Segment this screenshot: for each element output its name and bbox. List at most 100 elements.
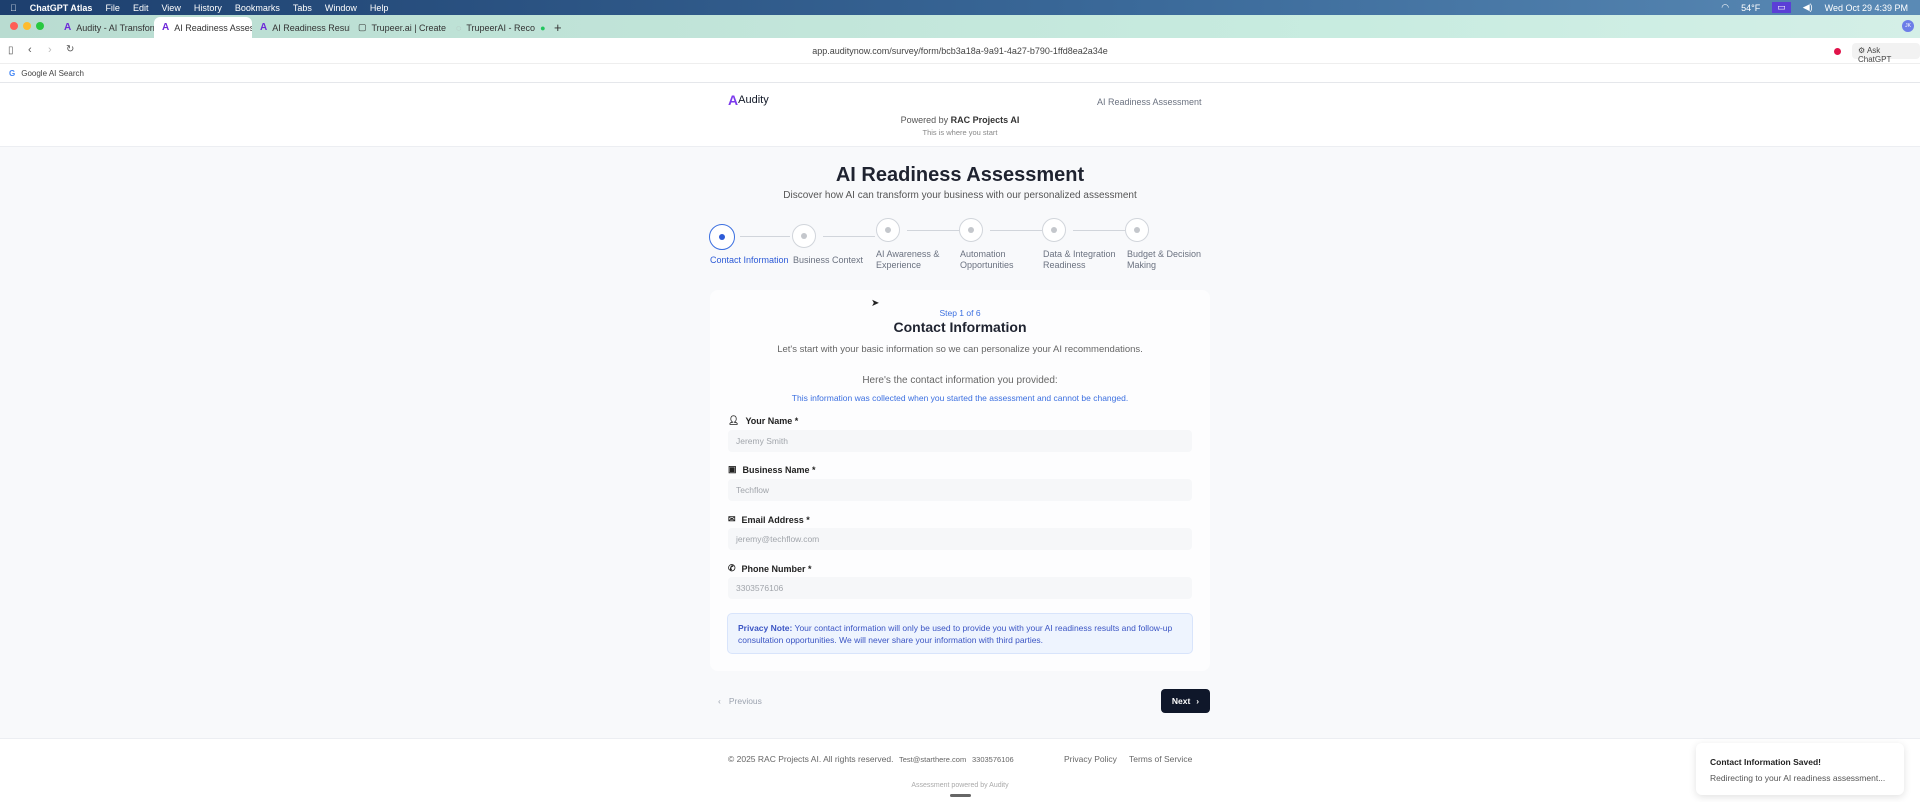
step-label-line: Business Context bbox=[793, 255, 864, 265]
field-label-text: Business Name * bbox=[742, 464, 816, 475]
name-label: 👤︎ Your Name * bbox=[728, 415, 798, 426]
page-icon: ◌ bbox=[456, 22, 462, 33]
ask-chatgpt-label: Ask ChatGPT bbox=[1858, 46, 1892, 64]
header-assessment-label: AI Readiness Assessment bbox=[1097, 97, 1202, 107]
tab-trupeer-record[interactable]: ◌ TrupeerAI - Reco ● bbox=[448, 17, 546, 38]
url-field[interactable]: app.auditynow.com/survey/form/bcb3a18a-9… bbox=[0, 46, 1920, 56]
tab-label: AI Readiness Results bbox=[272, 22, 350, 33]
step-connector bbox=[907, 230, 959, 231]
menu-edit[interactable]: Edit bbox=[133, 3, 149, 13]
chevron-left-icon: ‹ bbox=[718, 696, 721, 706]
page-title: AI Readiness Assessment bbox=[835, 164, 1085, 186]
recording-icon: ● bbox=[540, 22, 546, 33]
ask-chatgpt-button[interactable]: ⚙ Ask ChatGPT bbox=[1852, 43, 1920, 64]
field-label-text: Phone Number * bbox=[741, 563, 812, 574]
menu-help[interactable]: Help bbox=[370, 3, 389, 13]
menu-view[interactable]: View bbox=[161, 3, 180, 13]
chevron-right-icon: › bbox=[1196, 696, 1200, 706]
step-label-line: Contact Information bbox=[710, 255, 789, 265]
audity-icon: A bbox=[162, 22, 170, 33]
field-label-text: Email Address * bbox=[741, 514, 810, 525]
menu-tabs[interactable]: Tabs bbox=[293, 3, 312, 13]
audity-icon: A bbox=[64, 22, 72, 33]
user-icon: 👤︎ bbox=[728, 415, 740, 425]
business-name-label: ▣ Business Name * bbox=[728, 464, 816, 475]
page-subtitle: Discover how AI can transform your busin… bbox=[783, 190, 1137, 201]
tab-audity[interactable]: A Audity - AI Transform bbox=[56, 17, 154, 38]
record-indicator-icon bbox=[1834, 48, 1841, 55]
step-1-indicator[interactable] bbox=[709, 224, 735, 250]
weather-status[interactable]: 54°F bbox=[1741, 3, 1760, 13]
toast-notification: Contact Information Saved! Redirecting t… bbox=[1696, 743, 1904, 795]
step-6-label: Budget & Decision Making bbox=[1127, 249, 1201, 271]
building-icon: ▣ bbox=[728, 464, 737, 474]
menu-file[interactable]: File bbox=[105, 3, 120, 13]
field-label-text: Your Name * bbox=[745, 415, 799, 426]
new-tab-button[interactable]: + bbox=[546, 17, 576, 38]
step-4-indicator[interactable] bbox=[959, 218, 983, 242]
mouse-cursor-icon: ➤ bbox=[871, 298, 880, 309]
step-label-line: AI Awareness & bbox=[876, 249, 940, 259]
menu-app-name[interactable]: ChatGPT Atlas bbox=[30, 3, 93, 13]
wifi-icon[interactable]: ◠ bbox=[1721, 2, 1729, 13]
powered-by-audity: Assessment powered by Audity bbox=[911, 782, 1009, 789]
screen-share-icon[interactable]: ▭ bbox=[1772, 2, 1791, 13]
site-footer: © 2025 RAC Projects AI. All rights reser… bbox=[0, 738, 1920, 802]
tab-ai-readiness-assessment[interactable]: A AI Readiness Assess bbox=[154, 17, 252, 38]
previous-button[interactable]: ‹ Previous bbox=[718, 693, 762, 709]
minimize-window-button[interactable] bbox=[23, 22, 31, 30]
step-connector bbox=[990, 230, 1042, 231]
step-label-line: Experience bbox=[876, 260, 922, 270]
phone-icon: ✆ bbox=[728, 563, 736, 573]
menu-window[interactable]: Window bbox=[325, 3, 357, 13]
mail-icon: ✉ bbox=[728, 514, 736, 524]
menu-bar:  ChatGPT Atlas File Edit View History B… bbox=[0, 0, 1920, 15]
zoom-window-button[interactable] bbox=[36, 22, 44, 30]
step-3-indicator[interactable] bbox=[876, 218, 900, 242]
tab-ai-readiness-results[interactable]: A AI Readiness Results bbox=[252, 17, 350, 38]
email-field[interactable]: jeremy@techflow.com bbox=[728, 528, 1192, 550]
tab-trupeer-create[interactable]: ▢ Trupeer.ai | Create Pr bbox=[350, 17, 448, 38]
clock-datetime[interactable]: Wed Oct 29 4:39 PM bbox=[1825, 3, 1908, 13]
tab-label: Audity - AI Transform bbox=[76, 22, 154, 33]
step-6-indicator[interactable] bbox=[1125, 218, 1149, 242]
audity-logo-mark-icon: A bbox=[728, 92, 739, 108]
privacy-note: Privacy Note: Your contact information w… bbox=[727, 613, 1193, 654]
step-2-indicator[interactable] bbox=[792, 224, 816, 248]
email-label: ✉ Email Address * bbox=[728, 514, 810, 525]
volume-icon[interactable]: ◀) bbox=[1803, 2, 1813, 13]
powered-by: Powered by RAC Projects AI bbox=[0, 115, 1920, 125]
step-counter: Step 1 of 6 bbox=[939, 308, 981, 318]
next-button[interactable]: Next › bbox=[1161, 689, 1210, 713]
toast-title: Contact Information Saved! bbox=[1710, 757, 1821, 767]
step-1-label: Contact Information bbox=[710, 255, 789, 266]
profile-avatar[interactable]: JK bbox=[1902, 20, 1914, 32]
phone-field[interactable]: 3303576106 bbox=[728, 577, 1192, 599]
footer-email[interactable]: Test@starthere.com bbox=[899, 755, 966, 764]
tab-label: AI Readiness Assess bbox=[174, 22, 252, 33]
audity-logo[interactable]: A Audity bbox=[728, 92, 769, 108]
step-label-line: Opportunities bbox=[960, 260, 1014, 270]
bookmark-google-ai-search[interactable]: Google AI Search bbox=[21, 69, 84, 78]
apple-icon[interactable]:  bbox=[10, 3, 17, 13]
powered-brand: RAC Projects AI bbox=[950, 115, 1020, 125]
menu-history[interactable]: History bbox=[194, 3, 222, 13]
step-label-line: Making bbox=[1127, 260, 1157, 270]
footer-phone[interactable]: 3303576106 bbox=[972, 755, 1014, 764]
scroll-handle[interactable] bbox=[950, 794, 971, 797]
step-5-label: Data & Integration Readiness bbox=[1043, 249, 1116, 271]
business-name-field[interactable]: Techflow bbox=[728, 479, 1192, 501]
privacy-note-text: Your contact information will only be us… bbox=[738, 623, 1173, 645]
phone-label: ✆ Phone Number * bbox=[728, 563, 812, 574]
form-title: Contact Information bbox=[893, 319, 1027, 335]
step-label-line: Budget & Decision bbox=[1127, 249, 1202, 259]
tab-bar: A Audity - AI Transform A AI Readiness Ass… bbox=[0, 15, 1920, 38]
close-window-button[interactable] bbox=[10, 22, 18, 30]
name-field[interactable]: Jeremy Smith bbox=[728, 430, 1192, 452]
toast-message: Redirecting to your AI readiness assessm… bbox=[1710, 773, 1886, 783]
bookmarks-bar: G Google AI Search bbox=[0, 64, 1920, 83]
terms-of-service-link[interactable]: Terms of Service bbox=[1129, 754, 1192, 764]
menu-bookmarks[interactable]: Bookmarks bbox=[235, 3, 280, 13]
step-5-indicator[interactable] bbox=[1042, 218, 1066, 242]
privacy-policy-link[interactable]: Privacy Policy bbox=[1064, 754, 1117, 764]
